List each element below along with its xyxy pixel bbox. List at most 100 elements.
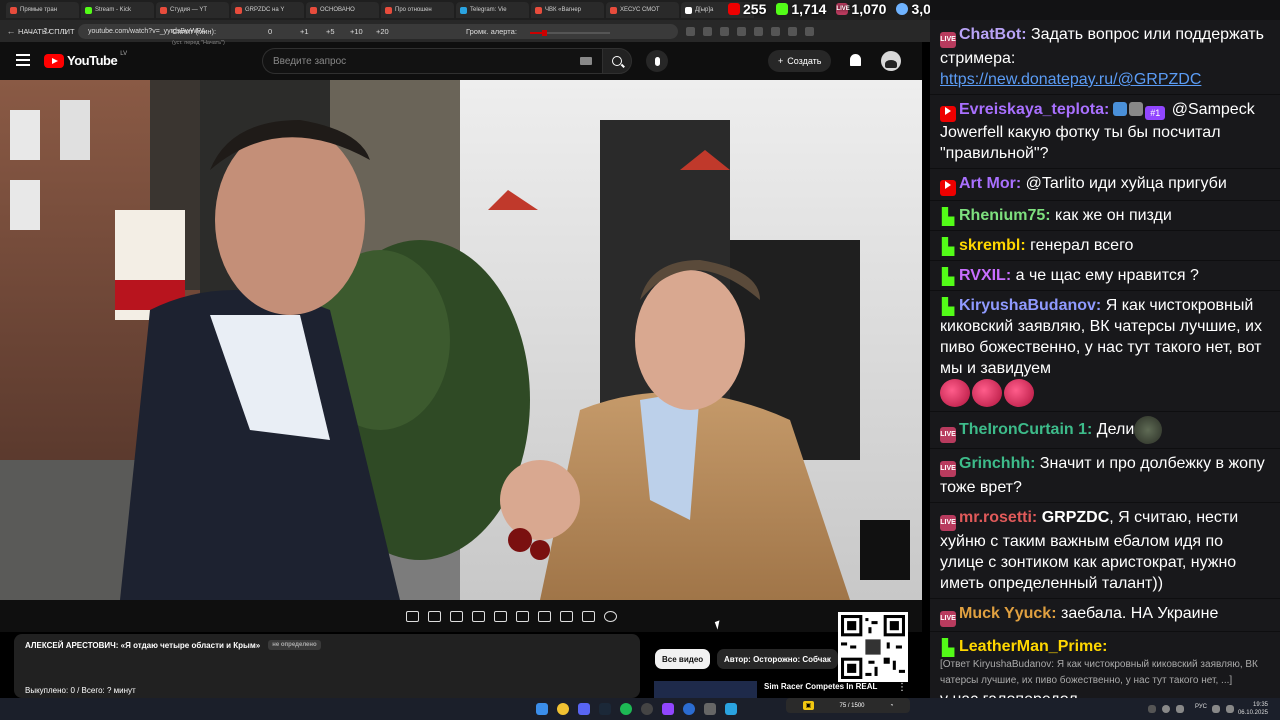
author-chip[interactable]: Автор: Осторожно: Собчак: [717, 649, 838, 669]
chat-username[interactable]: Rhenium75:: [959, 207, 1051, 224]
recommended-video-title[interactable]: Sim Racer Competes In REAL: [764, 682, 877, 691]
spotify-icon[interactable]: [620, 703, 632, 715]
browser-tab[interactable]: GRPZDC на Y: [231, 2, 304, 18]
youtube-logo[interactable]: YouTube LV: [44, 51, 127, 68]
voice-search-button[interactable]: [646, 50, 668, 72]
chat-username[interactable]: RVXIL:: [959, 267, 1011, 284]
browser-tab[interactable]: Студия — YT: [156, 2, 229, 18]
browser-tab[interactable]: ХЕСУС СМОТ: [606, 2, 679, 18]
discord-icon[interactable]: [578, 703, 590, 715]
telegram-icon[interactable]: [725, 703, 737, 715]
chrome-icon[interactable]: [557, 703, 569, 715]
browser-tab[interactable]: Telegram: Vie: [456, 2, 529, 18]
browser-tab[interactable]: Про отношен: [381, 2, 454, 18]
wifi-icon[interactable]: [1212, 705, 1220, 713]
app-icon[interactable]: [683, 703, 695, 715]
chat-message[interactable]: Art Mor: @Tarlito иди хуйца пригуби: [930, 169, 1280, 201]
chat-message[interactable]: ▙ KiryushaBudanov: Я как чистокровный кик…: [930, 291, 1280, 412]
chat-username[interactable]: skrembl:: [959, 237, 1026, 254]
search-input[interactable]: Введите запрос: [262, 48, 602, 74]
screenshot-plus-icon[interactable]: [559, 610, 573, 622]
start-menu-icon[interactable]: [536, 703, 548, 715]
browser-tab[interactable]: ОСНОВАНО: [306, 2, 379, 18]
chat-message[interactable]: LIVE ChatBot: Задать вопрос или поддержат…: [930, 20, 1280, 95]
language-indicator[interactable]: РУС: [1195, 704, 1207, 710]
cinema-icon[interactable]: [449, 610, 463, 622]
steam-icon[interactable]: [599, 703, 611, 715]
volume-slider[interactable]: [530, 30, 610, 36]
back-icon[interactable]: ←: [6, 26, 16, 36]
chat-username[interactable]: TheIronCurtain 1:: [959, 421, 1092, 438]
keyboard-icon[interactable]: [580, 57, 592, 65]
split-value-0[interactable]: 0: [268, 27, 300, 36]
profile-icon[interactable]: [788, 26, 797, 36]
split-add-5[interactable]: +5: [326, 27, 350, 36]
donate-link[interactable]: https://new.donatepay.ru/@GRPZDC: [940, 71, 1201, 88]
speed-icon[interactable]: [537, 610, 551, 622]
chat-message[interactable]: ▙ Rhenium75: как же он пизди: [930, 201, 1280, 231]
video-player[interactable]: [0, 80, 922, 600]
chat-username[interactable]: mr.rosetti:: [959, 509, 1037, 526]
recommended-video-thumbnail[interactable]: [654, 681, 757, 698]
browser-tab[interactable]: ЧВК «Вагнер: [531, 2, 604, 18]
users-icon: [896, 3, 909, 15]
browser-tab[interactable]: Stream - Kick: [81, 2, 154, 18]
audio-icon[interactable]: [427, 610, 441, 622]
extension-icon[interactable]: [720, 26, 729, 36]
chat-message[interactable]: ▙ RVXIL: а че щас ему нравится ?: [930, 261, 1280, 291]
clock[interactable]: 19:35 06.10.2025: [1238, 701, 1268, 717]
chat-username[interactable]: KiryushaBudanov:: [959, 297, 1101, 314]
volume-icon[interactable]: [1226, 705, 1234, 713]
theater-icon[interactable]: [515, 610, 529, 622]
chat-window-titlebar: [930, 0, 1280, 20]
chat-username[interactable]: Muck Yyuck:: [959, 605, 1057, 622]
emote-icon: [940, 379, 970, 407]
live-viewers: LIVE 1,070: [836, 1, 887, 17]
extension-icon[interactable]: [686, 26, 695, 36]
download-icon[interactable]: [771, 26, 780, 36]
chat-message[interactable]: ▙ LeatherMan_Prime: [Ответ KiryushaBudano…: [930, 632, 1280, 698]
create-button[interactable]: + Создать: [768, 50, 832, 72]
more-options-icon[interactable]: ⋮: [897, 682, 907, 693]
network-icon[interactable]: [1176, 705, 1184, 713]
all-videos-chip[interactable]: Все видео: [655, 649, 711, 669]
youtube-play-icon: [44, 53, 64, 68]
chat-text: а че щас ему нравится ?: [1015, 267, 1199, 284]
bookmark-star-icon[interactable]: [703, 26, 712, 36]
split-add-20[interactable]: +20: [376, 27, 466, 36]
app-icon[interactable]: [704, 703, 716, 715]
chat-message[interactable]: LIVE Muck Yyuck: заебала. НА Украине: [930, 599, 1280, 632]
extension-icon[interactable]: [737, 26, 746, 36]
chat-username[interactable]: LeatherMan_Prime:: [959, 638, 1108, 655]
chat-username[interactable]: Art Mor:: [959, 175, 1021, 192]
chat-username[interactable]: Grinchhh:: [959, 455, 1035, 472]
hamburger-menu-icon[interactable]: [16, 54, 30, 66]
chat-message[interactable]: LIVE TheIronCurtain 1: Дели: [930, 412, 1280, 449]
menu-icon[interactable]: [805, 26, 814, 36]
chat-username[interactable]: Evreiskaya_teplota:: [959, 101, 1109, 118]
obs-icon[interactable]: [641, 703, 653, 715]
loop-icon[interactable]: [405, 610, 419, 622]
chat-message-list[interactable]: LIVE ChatBot: Задать вопрос или поддержат…: [930, 20, 1280, 698]
chat-message[interactable]: LIVE mr.rosetti: GRPZDC, Я считаю, нести …: [930, 503, 1280, 599]
browser-tab[interactable]: Прямые тран: [6, 2, 79, 18]
notifications-bell-icon[interactable]: [850, 54, 861, 66]
slider-handle[interactable]: [542, 30, 548, 36]
chat-username[interactable]: ChatBot:: [959, 26, 1027, 43]
chat-message[interactable]: LIVE Grinchhh: Значит и про долбежку в жо…: [930, 449, 1280, 503]
search-button[interactable]: [602, 48, 632, 74]
split-add-1[interactable]: +1: [300, 27, 326, 36]
gear-icon[interactable]: [603, 610, 617, 622]
microphone-icon[interactable]: [1162, 705, 1170, 713]
app-icon[interactable]: [662, 703, 674, 715]
start-split-button[interactable]: НАЧАТЬ СПЛИТ: [18, 27, 172, 36]
camera-icon[interactable]: [581, 610, 595, 622]
chat-message[interactable]: ▙ skrembl: генерал всего: [930, 231, 1280, 261]
extension-icon[interactable]: [754, 26, 763, 36]
chat-message[interactable]: Evreiskaya_teplota: #1 @Sampeck Jowerfell…: [930, 95, 1280, 169]
film-icon[interactable]: [471, 610, 485, 622]
split-add-10[interactable]: +10: [350, 27, 376, 36]
avatar[interactable]: [881, 51, 901, 71]
tray-chevron-icon[interactable]: [1148, 705, 1156, 713]
pip-icon[interactable]: [493, 610, 507, 622]
